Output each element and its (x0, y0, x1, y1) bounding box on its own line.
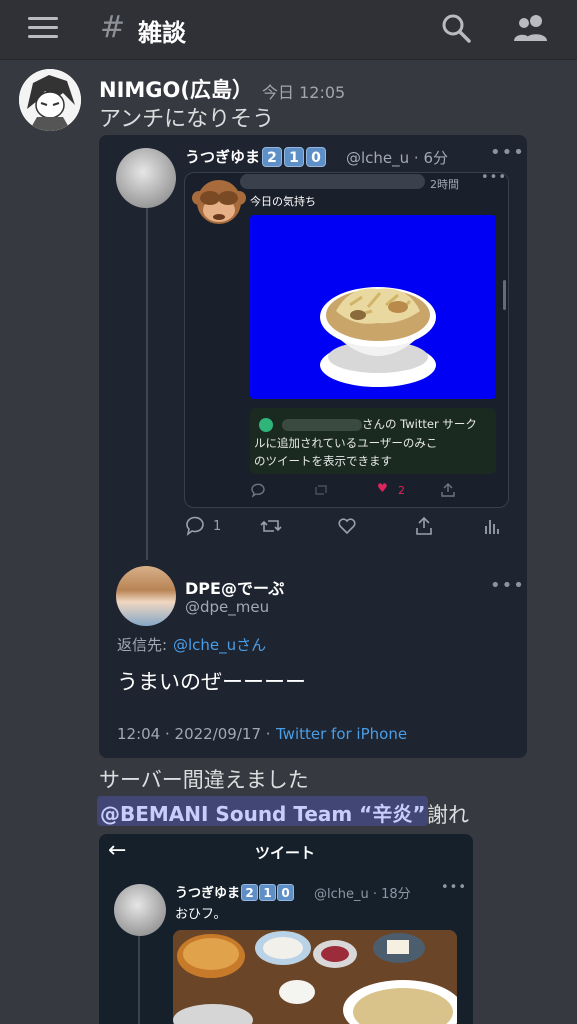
see-no-evil-monkey-icon (192, 180, 246, 224)
inner-more-icon[interactable]: ••• (481, 170, 507, 185)
badge-digit: 0 (277, 884, 295, 901)
reply-timestamp: 12:04 · 2022/09/17 · (117, 725, 271, 743)
role-mention[interactable]: @BEMANI Sound Team “辛炎” (97, 796, 429, 826)
redacted-name (240, 174, 425, 189)
inner-retweet-icon[interactable] (313, 482, 329, 498)
redacted-circle-owner (282, 419, 362, 431)
message-text-3: 謝れ (427, 803, 469, 827)
screenshot-title: ツイート (255, 844, 316, 862)
quote-handle: @lche_u · 6分 (346, 149, 449, 167)
badge-digit: 1 (284, 147, 305, 167)
reply-to-link[interactable]: @lche_uさん (173, 634, 266, 655)
reply-text: うまいのぜーーーー (117, 670, 306, 694)
message-text-2: サーバー間違えました (99, 768, 309, 792)
scrollbar[interactable] (503, 280, 506, 310)
screenshot-thread-line (138, 930, 140, 1024)
back-arrow-icon: ← (108, 838, 127, 863)
like-icon[interactable] (337, 516, 357, 536)
reply-handle: @dpe_meu (185, 598, 270, 616)
circle-notice-text: さんの Twitter サーク (362, 417, 477, 431)
screenshot-avatar (114, 884, 166, 936)
reply-avatar[interactable] (116, 566, 176, 626)
share-icon[interactable] (414, 516, 434, 536)
reply-icon[interactable] (185, 516, 205, 536)
badge-digit: 0 (306, 147, 327, 167)
message-text: アンチになりそう (99, 107, 275, 132)
badge-digit: 2 (241, 884, 259, 901)
inner-like-count: 2 (398, 484, 405, 497)
channel-hash-icon: # (100, 10, 126, 45)
screenshot-tweet-text: おひフ。 (175, 907, 227, 922)
analytics-icon[interactable] (484, 516, 500, 536)
circle-notice-text: のツイートを表示できます (254, 454, 392, 468)
badge-digit: 1 (259, 884, 277, 901)
inner-reply-icon[interactable] (250, 482, 266, 498)
reply-author-name[interactable]: DPE@でーぷ (185, 575, 284, 599)
meal-photo (173, 930, 457, 1024)
hamburger-menu-icon[interactable] (28, 17, 58, 39)
quote-author-name[interactable]: うつぎゆま 2 1 0 (185, 146, 327, 167)
inner-share-icon[interactable] (440, 482, 456, 498)
members-icon[interactable] (511, 12, 549, 44)
screenshot-handle: @lche_u · 18分 (314, 887, 411, 902)
inner-tweet-text: 今日の気持ち (250, 195, 316, 208)
circle-people-icon (259, 418, 273, 432)
inner-tweet-time: 2時間 (430, 178, 459, 191)
badge-digit: 2 (262, 147, 283, 167)
reply-to-label: 返信先: (117, 636, 168, 654)
channel-name: 雑談 (138, 19, 186, 47)
circle-notice-text: ルに追加されているユーザーのみこ (254, 436, 438, 450)
thread-line (146, 200, 148, 560)
reply-more-icon[interactable]: ••• (490, 575, 525, 596)
message-timestamp: 今日 12:05 (262, 83, 346, 102)
more-options-icon[interactable]: ••• (490, 142, 525, 163)
author-name[interactable]: NIMGO(広島） (99, 74, 253, 104)
screenshot-more-icon: ••• (441, 880, 468, 895)
ramen-photo[interactable] (250, 215, 496, 399)
retweet-icon[interactable] (260, 516, 282, 536)
reply-source-link[interactable]: Twitter for iPhone (276, 725, 407, 743)
quote-avatar[interactable] (116, 148, 176, 208)
search-icon[interactable] (440, 12, 472, 44)
screenshot-author-name: うつぎゆま 2 1 0 (175, 882, 295, 901)
reply-count: 1 (213, 519, 222, 534)
author-avatar[interactable] (19, 69, 81, 131)
channel-header: # 雑談 (0, 0, 577, 60)
inner-like-heart-icon[interactable]: ♥ (377, 481, 388, 497)
